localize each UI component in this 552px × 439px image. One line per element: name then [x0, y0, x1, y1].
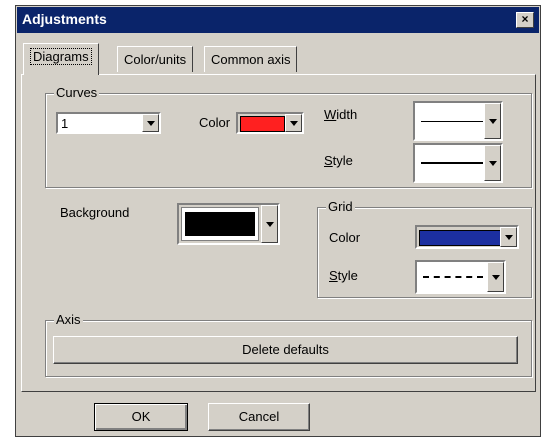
- curve-width-select[interactable]: [413, 101, 503, 141]
- chevron-down-icon: [265, 222, 274, 227]
- tab-diagrams-label: Diagrams: [30, 48, 92, 65]
- solid-line-preview: [421, 162, 483, 164]
- grid-color-label: Color: [329, 230, 361, 245]
- curve-select[interactable]: 1: [56, 112, 161, 134]
- axis-group-label: Axis: [54, 312, 83, 327]
- close-button[interactable]: ×: [516, 12, 534, 28]
- tab-panel-diagrams: Curves 1 Color Width Style Background Gr…: [21, 74, 536, 392]
- tab-common-axis-label: Common axis: [211, 52, 291, 67]
- curve-color-swatch: [240, 116, 285, 132]
- title-bar[interactable]: Adjustments ×: [17, 7, 539, 33]
- chevron-down-icon: [504, 235, 513, 240]
- grid-group: Grid Color Style: [317, 199, 532, 298]
- grid-style-dropdown-button[interactable]: [487, 262, 504, 292]
- tab-common-axis[interactable]: Common axis: [204, 46, 298, 72]
- grid-color-picker[interactable]: [415, 225, 519, 249]
- cancel-button[interactable]: Cancel: [208, 403, 310, 431]
- curve-select-value: 1: [61, 116, 69, 131]
- background-color-dropdown-button[interactable]: [261, 205, 278, 243]
- grid-style-select[interactable]: [415, 260, 506, 294]
- grid-color-dropdown-button[interactable]: [500, 227, 517, 247]
- tab-diagrams[interactable]: Diagrams: [23, 43, 99, 75]
- chevron-down-icon: [289, 121, 298, 126]
- curve-select-dropdown-button[interactable]: [142, 114, 159, 132]
- curve-style-dropdown-button[interactable]: [484, 145, 501, 181]
- delete-defaults-button[interactable]: Delete defaults: [53, 336, 518, 364]
- background-label: Background: [60, 205, 130, 220]
- ok-button[interactable]: OK: [94, 403, 188, 431]
- thin-line-preview: [421, 121, 483, 122]
- grid-group-label: Grid: [326, 199, 355, 214]
- curve-color-dropdown-button[interactable]: [285, 114, 302, 132]
- curves-group-label: Curves: [54, 85, 100, 100]
- curve-width-dropdown-button[interactable]: [484, 103, 501, 139]
- grid-style-label: Style: [329, 268, 358, 283]
- tab-color-units-label: Color/units: [124, 52, 187, 67]
- chevron-down-icon: [488, 161, 497, 166]
- curve-style-label: Style: [324, 153, 353, 168]
- dialog-title: Adjustments: [22, 11, 107, 27]
- adjustments-dialog: Adjustments × Diagrams Color/units Commo…: [15, 5, 541, 437]
- background-color-swatch: [185, 212, 255, 236]
- grid-color-swatch: [419, 230, 501, 246]
- curve-style-select[interactable]: [413, 143, 503, 183]
- chevron-down-icon: [491, 275, 500, 280]
- dashed-line-preview: [423, 276, 483, 278]
- background-color-picker[interactable]: [177, 203, 280, 245]
- axis-group: Axis Delete defaults: [45, 312, 532, 377]
- curves-group: Curves 1 Color Width Style: [45, 85, 532, 188]
- chevron-down-icon: [146, 121, 155, 126]
- curve-width-label: Width: [324, 107, 358, 122]
- curve-color-label: Color: [199, 115, 231, 130]
- curve-color-picker[interactable]: [236, 112, 304, 134]
- tab-color-units[interactable]: Color/units: [117, 46, 194, 72]
- chevron-down-icon: [488, 119, 497, 124]
